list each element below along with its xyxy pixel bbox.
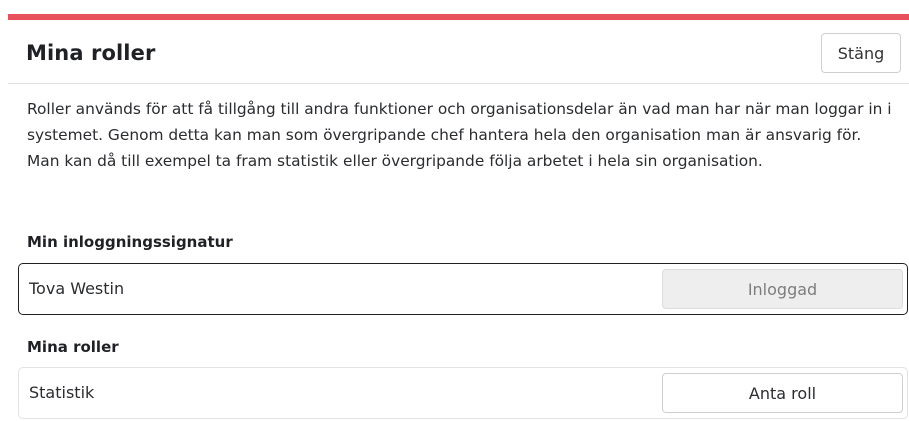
signature-name: Tova Westin: [29, 279, 125, 298]
logged-in-button: Inloggad: [662, 269, 903, 309]
assume-role-button[interactable]: Anta roll: [662, 373, 903, 413]
signature-section-heading: Min inloggningssignatur: [27, 233, 233, 251]
role-row-statistik: Statistik Anta roll: [18, 367, 908, 419]
roles-modal: Mina roller Stäng Roller används för att…: [8, 14, 909, 421]
signature-row: Tova Westin Inloggad: [18, 263, 908, 315]
modal-title: Mina roller: [26, 41, 156, 65]
role-label: Statistik: [29, 383, 95, 402]
close-button[interactable]: Stäng: [821, 33, 901, 73]
modal-header: Mina roller Stäng: [8, 20, 909, 84]
roles-section-heading: Mina roller: [27, 338, 119, 356]
modal-description: Roller används för att få tillgång till …: [27, 100, 892, 170]
